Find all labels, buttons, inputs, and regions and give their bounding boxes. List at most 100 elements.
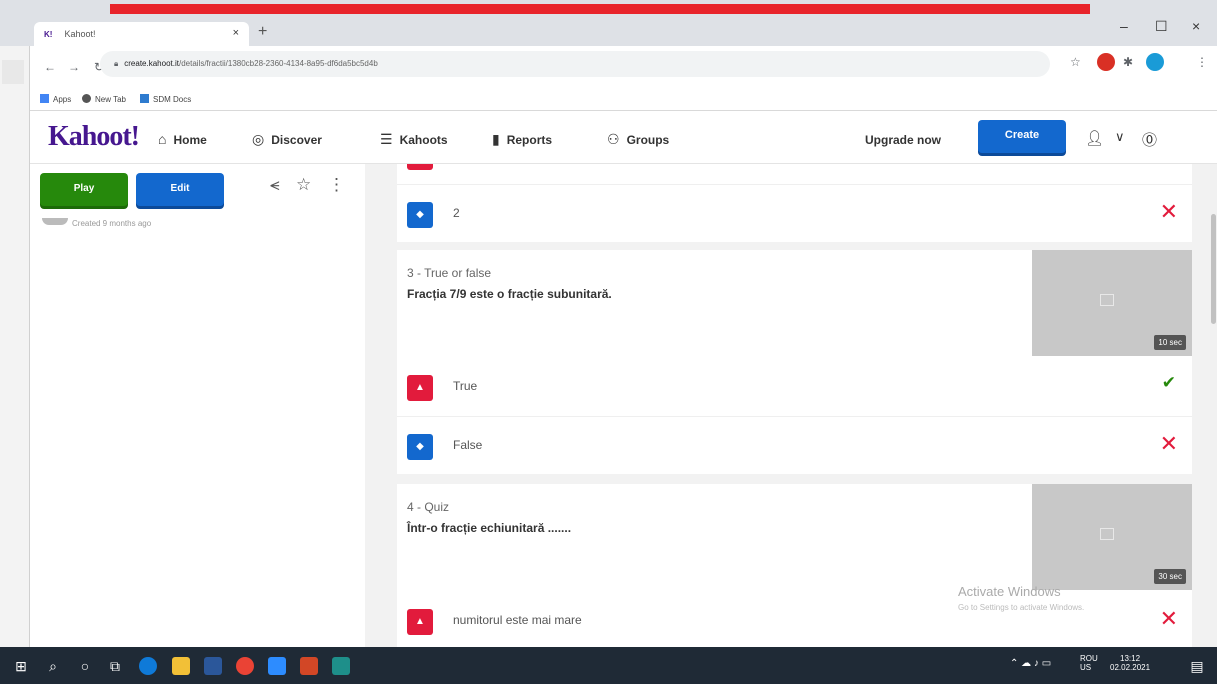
notifications-icon[interactable]: ▤ [1188,657,1206,675]
question-image-placeholder: 30 sec [1032,484,1192,590]
edit-button[interactable]: Edit [136,173,224,206]
search-icon[interactable]: ⌕ [44,657,62,675]
compass-icon: ◎ [252,131,265,147]
answer-row: ▲ True ✔ [397,358,1192,416]
app-icon[interactable] [332,657,350,675]
incorrect-x-icon: ✕ [1159,199,1178,224]
kahoot-details-panel: Play Edit ⪪ ☆ ⋮ Created 9 months ago [30,164,365,647]
red-banner-strip [110,4,1090,14]
bookmark-apps[interactable]: Apps [40,94,71,104]
chrome-icon[interactable] [236,657,254,675]
incorrect-x-icon: ✕ [1159,606,1178,631]
image-placeholder-icon [1100,294,1114,306]
extension-icon-red[interactable] [1097,53,1115,71]
answer-text: numitorul este mai mare [453,613,582,627]
nav-kahoots[interactable]: ☰ Kahoots [380,131,448,148]
tab-close-icon[interactable]: × [233,27,239,39]
nav-reports[interactable]: ▮ Reports [492,131,552,148]
extensions-puzzle-icon[interactable]: ✱ [1123,55,1133,69]
windows-taskbar: ⊞ ⌕ ○ ⧉ ⌃ ☁ ♪ ▭ ROU US 13:12 02.02.2021 ▤ [0,647,1217,684]
activate-windows-subtext: Go to Settings to activate Windows. [958,603,1085,612]
answer-row: ▲ numitorul este mai mare ✕ [397,592,1192,647]
triangle-icon: ▲ [407,375,433,401]
help-icon[interactable]: ⓪ [1142,129,1157,150]
back-arrow-icon[interactable]: ← [44,60,56,74]
url-path: /details/fractii/1380cb28-2360-4134-8a95… [178,59,378,68]
question-title: Fracția 7/9 este o fracție subunitară. [407,287,612,301]
word-ribbon-fragment [2,60,24,84]
creator-avatar [42,218,68,225]
correct-check-icon: ✔ [1161,373,1176,392]
red-triangle-answer-tile [407,164,433,170]
input-language[interactable]: ROU US [1080,654,1098,672]
image-placeholder-icon [1100,528,1114,540]
question-image-placeholder: 10 sec [1032,250,1192,356]
home-icon: ⌂ [158,131,167,147]
browser-menu-icon[interactable]: ⋮ [1196,55,1208,69]
scrollbar-thumb[interactable] [1211,214,1216,324]
task-view-icon[interactable]: ⧉ [106,657,124,675]
tab-title: Kahoot! [64,29,96,39]
browser-tab[interactable]: K! Kahoot! × [34,22,249,46]
incorrect-x-icon: ✕ [1159,431,1178,456]
answer-row: ◆ False ✕ [397,416,1192,474]
nav-home[interactable]: ⌂ Home [158,131,207,147]
more-options-icon[interactable]: ⋮ [328,175,345,195]
lock-icon: 🔒︎ [114,59,119,68]
zoom-icon[interactable] [268,657,286,675]
time-limit-badge: 30 sec [1154,569,1186,584]
profile-avatar-icon[interactable] [1146,53,1164,71]
new-tab-icon [82,94,91,103]
nav-discover[interactable]: ◎ Discover [252,131,322,148]
apps-grid-icon [40,94,49,103]
bookmark-star-icon[interactable]: ☆ [1070,55,1081,69]
question-card-3[interactable]: 3 - True or false Fracția 7/9 este o fra… [397,250,1192,474]
activate-windows-watermark: Activate Windows [958,584,1061,599]
page-scrollbar[interactable] [1210,164,1217,647]
share-icon[interactable]: ⪪ [270,175,280,195]
triangle-icon: ▲ [407,609,433,635]
time-limit-badge: 10 sec [1154,335,1186,350]
tray-icons[interactable]: ⌃ ☁ ♪ ▭ [1010,658,1051,669]
kahoot-header: Kahoot! ⌂ Home ◎ Discover ☰ Kahoots ▮ Report… [30,111,1217,164]
groups-icon: ⚇ [607,131,620,147]
upgrade-now-link[interactable]: Upgrade now [865,133,941,147]
address-bar[interactable]: 🔒︎ create.kahoot.it/details/fractii/1380c… [100,51,1050,77]
diamond-icon: ◆ [407,434,433,460]
edge-icon[interactable] [139,657,157,675]
question-type: 4 - Quiz [407,500,450,514]
bookmark-sdm-docs[interactable]: SDM Docs [140,94,191,104]
file-explorer-icon[interactable] [172,657,190,675]
user-icon[interactable]: 👤︎ [1085,129,1104,147]
question-type: 3 - True or false [407,266,492,280]
nav-groups[interactable]: ⚇ Groups [607,131,669,148]
minimize-button[interactable]: – [1120,18,1128,34]
play-button[interactable]: Play [40,173,128,206]
answer-text: 2 [453,206,460,220]
kahoot-favicon-icon: K! [44,30,53,39]
create-button[interactable]: Create [978,120,1066,153]
new-tab-button[interactable]: + [258,23,267,41]
question-card-4[interactable]: 4 - Quiz Într-o fracție echiunitară ....… [397,484,1192,647]
powerpoint-icon[interactable] [300,657,318,675]
clock[interactable]: 13:12 02.02.2021 [1110,654,1150,672]
diamond-icon: ◆ [407,202,433,228]
windows-start-icon[interactable]: ⊞ [12,657,30,675]
answer-row: ◆ 2 ✕ [397,184,1192,242]
maximize-button[interactable]: ☐ [1155,18,1168,35]
bar-chart-icon: ▮ [492,131,500,147]
forward-arrow-icon[interactable]: → [68,60,80,74]
bookmarks-bar: Apps New Tab SDM Docs [30,86,1217,111]
chevron-down-icon[interactable]: ∨ [1115,129,1125,145]
answer-text: True [453,379,478,393]
url-host: create.kahoot.it [124,59,179,68]
word-icon[interactable] [204,657,222,675]
created-info: Created 9 months ago [42,218,151,228]
bookmark-new-tab[interactable]: New Tab [82,94,126,104]
questions-list: ◆ 2 ✕ 3 - True or false Fracția 7/9 este… [365,164,1210,647]
close-window-button[interactable]: × [1192,18,1200,34]
kahoot-logo[interactable]: Kahoot! [48,121,140,153]
favorite-star-icon[interactable]: ☆ [296,175,311,195]
cortana-icon[interactable]: ○ [76,657,94,675]
list-icon: ☰ [380,131,393,147]
